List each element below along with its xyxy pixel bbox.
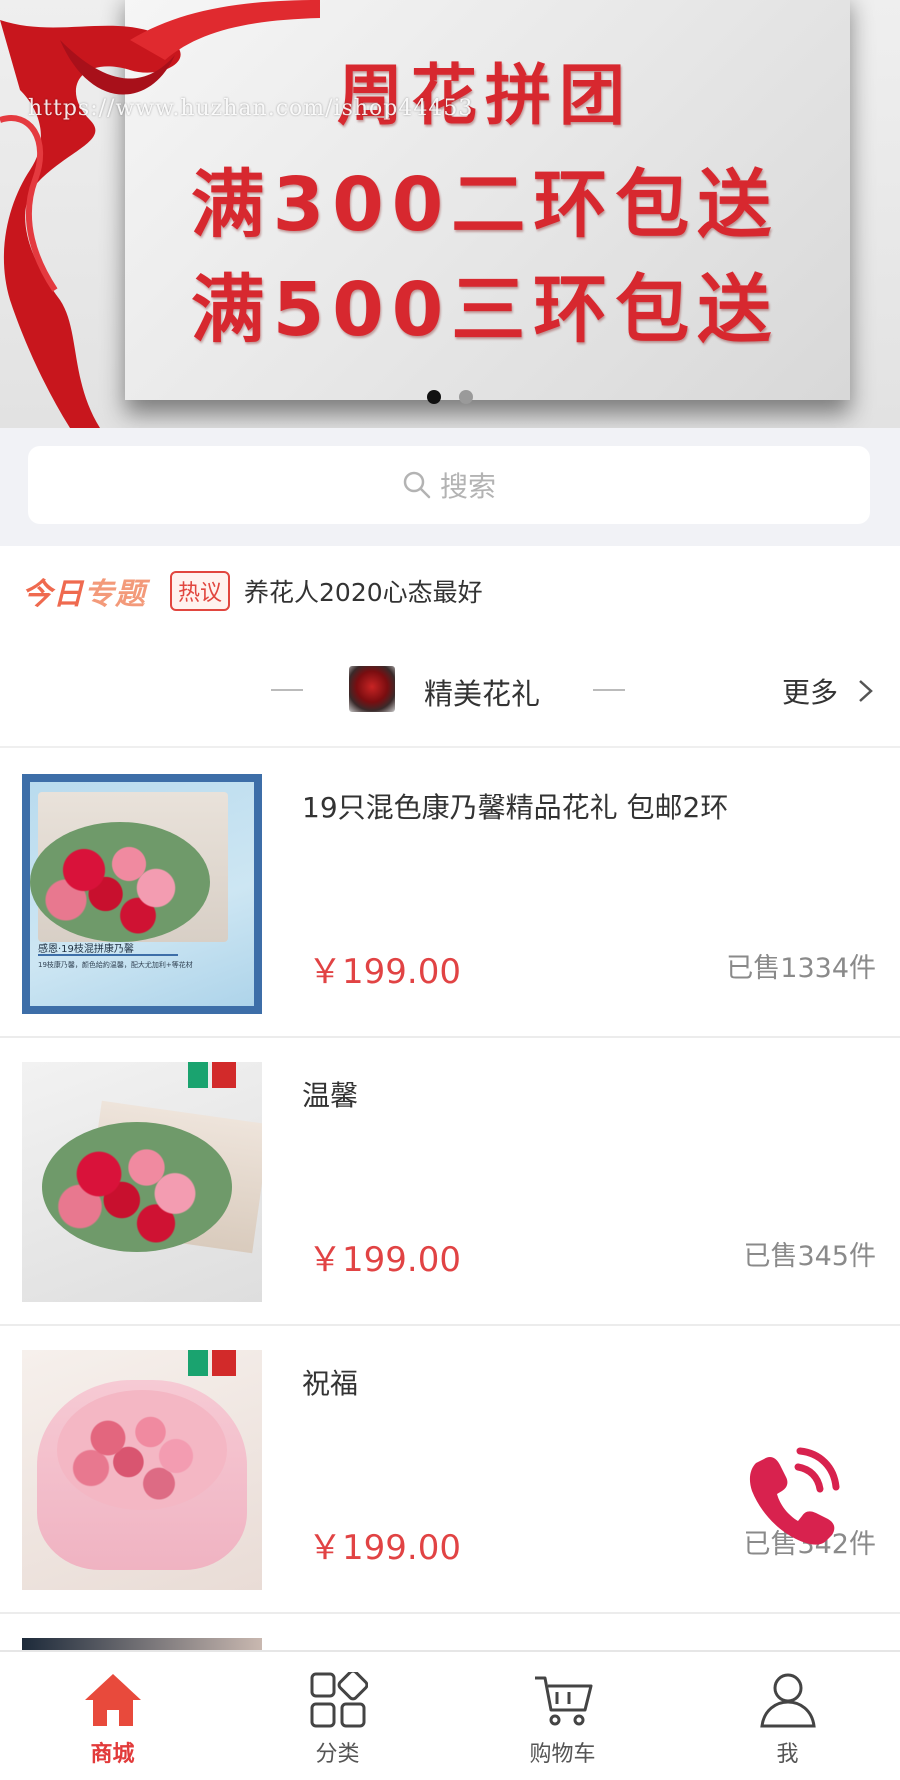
carousel-indicator bbox=[0, 390, 900, 404]
search-input[interactable]: 搜索 bbox=[28, 446, 870, 524]
tab-me[interactable]: 我 bbox=[675, 1652, 900, 1780]
phone-icon bbox=[749, 1447, 840, 1545]
today-topic-bar[interactable]: 今日专题 热议 养花人2020心态最好 bbox=[0, 546, 900, 636]
product-item[interactable]: 温馨 ￥199.00 已售345件 bbox=[0, 1036, 900, 1326]
more-label: 更多 bbox=[782, 676, 839, 709]
product-price: ￥199.00 bbox=[308, 952, 461, 992]
banner-headline: 周花拼团 bbox=[337, 57, 633, 134]
new-badge bbox=[188, 1062, 208, 1088]
chevron-right-icon bbox=[859, 680, 873, 702]
search-placeholder: 搜索 bbox=[439, 470, 496, 503]
badge-ribbon bbox=[212, 1350, 236, 1376]
search-icon bbox=[403, 471, 431, 499]
tab-label: 我 bbox=[776, 1742, 799, 1767]
product-image[interactable] bbox=[22, 1350, 262, 1590]
carousel-dot[interactable] bbox=[459, 390, 473, 404]
cart-icon bbox=[534, 1676, 592, 1726]
phone-call-button[interactable] bbox=[740, 1445, 840, 1545]
new-badge bbox=[188, 1350, 208, 1376]
product-sold-count: 已售345件 bbox=[743, 1241, 876, 1272]
tab-mall[interactable]: 商城 bbox=[0, 1652, 225, 1780]
bottom-tab-bar: 商城 分类 购物车 我 bbox=[0, 1650, 900, 1780]
product-image[interactable]: 感恩·19枝混拼康乃馨 19枝康乃馨，颜色給約温馨，配大尤加利+等花材 bbox=[22, 774, 262, 1014]
topic-logo-part-a: 今日 bbox=[22, 577, 84, 612]
tab-label: 商城 bbox=[90, 1742, 135, 1767]
banner-offer-2: 满500三环包送 bbox=[190, 267, 780, 353]
today-topic-logo: 今日专题 bbox=[22, 569, 146, 613]
section-header: 精美花礼 更多 bbox=[0, 636, 900, 748]
product-name[interactable]: 19只混色康乃馨精品花礼 包邮2环 bbox=[302, 786, 728, 826]
product-price: ￥199.00 bbox=[308, 1240, 461, 1280]
topic-logo-part-b: 专题 bbox=[84, 577, 146, 612]
product-image-caption: 感恩·19枝混拼康乃馨 bbox=[38, 944, 134, 955]
divider bbox=[593, 689, 625, 691]
product-price: ￥199.00 bbox=[308, 1528, 461, 1568]
banner-offer-1: 满300二环包送 bbox=[190, 162, 780, 248]
product-item[interactable]: 感恩·19枝混拼康乃馨 19枝康乃馨，颜色給約温馨，配大尤加利+等花材 19只混… bbox=[0, 748, 900, 1038]
tab-category[interactable]: 分类 bbox=[225, 1652, 450, 1780]
banner-carousel[interactable]: 周花拼团 满300二环包送 满500三环包送 https://www.huzha… bbox=[0, 0, 900, 428]
section-title: 精美花礼 bbox=[424, 677, 541, 711]
section-thumbnail bbox=[349, 666, 395, 712]
category-icon bbox=[310, 1672, 368, 1728]
product-name[interactable]: 祝福 bbox=[302, 1362, 358, 1402]
more-link[interactable]: 更多 bbox=[782, 671, 875, 711]
badge-ribbon bbox=[212, 1062, 236, 1088]
topic-headline[interactable]: 养花人2020心态最好 bbox=[244, 573, 483, 609]
product-name[interactable]: 温馨 bbox=[302, 1074, 358, 1114]
product-image-caption-small: 19枝康乃馨，颜色給約温馨，配大尤加利+等花材 bbox=[38, 961, 193, 969]
product-image[interactable] bbox=[22, 1062, 262, 1302]
product-item-partial[interactable] bbox=[22, 1638, 262, 1650]
divider bbox=[271, 689, 303, 691]
tab-label: 分类 bbox=[315, 1742, 360, 1767]
search-bar-container: 搜索 bbox=[0, 428, 900, 546]
tab-label: 购物车 bbox=[529, 1742, 596, 1767]
user-icon bbox=[759, 1673, 816, 1728]
tab-cart[interactable]: 购物车 bbox=[450, 1652, 675, 1780]
watermark-text: https://www.huzhan.com/ishop44453 bbox=[28, 96, 474, 121]
carousel-dot[interactable] bbox=[427, 390, 441, 404]
home-icon bbox=[84, 1674, 141, 1726]
product-sold-count: 已售1334件 bbox=[726, 953, 876, 984]
hot-tag-badge: 热议 bbox=[170, 571, 231, 611]
